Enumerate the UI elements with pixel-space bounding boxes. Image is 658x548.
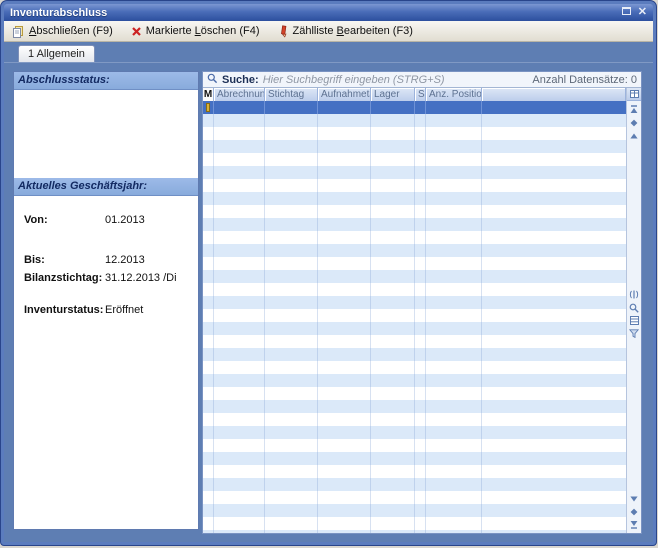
scroll-down-icon xyxy=(630,496,638,502)
toolbar: Abschließen (F9) Markierte Löschen (F4) … xyxy=(4,21,653,42)
toolbar-button-label: Markierte Löschen (F4) xyxy=(146,25,260,37)
field-label: Bis: xyxy=(24,254,105,267)
window-title: Inventurabschluss xyxy=(10,7,622,19)
inventory-grid: Suche: Hier Suchbegriff eingeben (STRG+S… xyxy=(202,71,642,534)
section-header-geschaeftsjahr: Aktuelles Geschäftsjahr: xyxy=(14,178,198,196)
search-icon xyxy=(207,73,218,87)
empty-rows xyxy=(203,114,626,533)
field-value: 01.2013 xyxy=(105,214,145,227)
status-panel: Abschlussstatus: Aktuelles Geschäftsjahr… xyxy=(13,71,199,530)
jump-bottom-button[interactable] xyxy=(627,518,641,531)
geschaeftsjahr-fields: Von: 01.2013 Bis: 12.2013 Bilanzstichtag… xyxy=(14,196,198,317)
next-record-button[interactable] xyxy=(627,505,641,518)
toolbar-button-label: Abschließen (F9) xyxy=(29,25,113,37)
column-chooser-button[interactable] xyxy=(627,88,641,101)
tab-page: Abschlussstatus: Aktuelles Geschäftsjahr… xyxy=(4,62,653,542)
titlebar: Inventurabschluss ✕ xyxy=(4,4,653,21)
app-window: Inventurabschluss ✕ Abschließen (F9) Mar… xyxy=(1,1,656,545)
field-label: Inventurstatus: xyxy=(24,304,105,317)
row-m-cell xyxy=(203,101,214,114)
column-width-button[interactable] xyxy=(627,288,641,301)
scroll-up-icon xyxy=(630,133,638,139)
field-label: Bilanzstichtag: xyxy=(24,272,105,285)
export-button[interactable] xyxy=(627,314,641,327)
close-button[interactable]: ✕ xyxy=(638,7,647,18)
column-chooser-icon xyxy=(630,90,639,98)
main-area: 1 Allgemein Abschlussstatus: Aktuelles G… xyxy=(4,42,653,542)
abschlussstatus-content xyxy=(14,90,198,178)
jump-bottom-icon xyxy=(630,520,638,529)
column-width-icon xyxy=(629,290,639,299)
markierte-loeschen-button[interactable]: Markierte Löschen (F4) xyxy=(127,24,264,38)
prev-record-icon xyxy=(630,119,638,127)
column-separators xyxy=(203,114,626,533)
search-label: Suche: xyxy=(222,74,259,86)
export-icon xyxy=(630,316,639,325)
toolbar-button-label: Zählliste Bearbeiten (F3) xyxy=(293,25,413,37)
column-header-s[interactable]: S xyxy=(415,88,426,101)
finish-document-icon xyxy=(12,25,25,38)
field-von: Von: 01.2013 xyxy=(14,214,198,227)
field-value: 12.2013 xyxy=(105,254,145,267)
field-value: Eröffnet xyxy=(105,304,143,317)
grid-search-button[interactable] xyxy=(627,301,641,314)
grid-header-row: M Abrechnungs-Nr Stichtag Aufnahmetag La… xyxy=(203,88,626,101)
column-header-filler xyxy=(482,88,626,101)
scroll-up-button[interactable] xyxy=(627,129,641,142)
restore-button[interactable] xyxy=(622,7,631,18)
field-inventurstatus: Inventurstatus: Eröffnet xyxy=(14,304,198,317)
next-record-icon xyxy=(630,508,638,516)
record-count: Anzahl Datensätze: 0 xyxy=(532,74,637,86)
field-bilanzstichtag: Bilanzstichtag: 31.12.2013 /Di xyxy=(14,272,198,285)
field-value: 31.12.2013 /Di xyxy=(105,272,177,285)
column-header-m[interactable]: M xyxy=(203,88,214,101)
grid-search-bar[interactable]: Suche: Hier Suchbegriff eingeben (STRG+S… xyxy=(203,72,641,88)
column-header-aufnahmetag[interactable]: Aufnahmetag xyxy=(318,88,371,101)
tabstrip: 1 Allgemein xyxy=(4,42,653,62)
zaehlliste-bearbeiten-button[interactable]: Zählliste Bearbeiten (F3) xyxy=(274,24,417,39)
scroll-down-button[interactable] xyxy=(627,492,641,505)
edit-pencil-icon xyxy=(278,25,289,38)
filter-button[interactable] xyxy=(627,327,641,340)
grid-side-strip xyxy=(626,88,641,533)
jump-top-button[interactable] xyxy=(627,103,641,116)
column-header-anz-positionen[interactable]: Anz. Positionen xyxy=(426,88,482,101)
prev-record-button[interactable] xyxy=(627,116,641,129)
jump-top-icon xyxy=(630,105,638,114)
filter-icon xyxy=(629,329,639,338)
search-placeholder: Hier Suchbegriff eingeben (STRG+S) xyxy=(263,74,529,86)
abschliessen-button[interactable]: Abschließen (F9) xyxy=(8,24,117,39)
restore-icon xyxy=(622,7,631,15)
field-label: Von: xyxy=(24,214,105,227)
section-header-abschlussstatus: Abschlussstatus: xyxy=(14,72,198,90)
column-header-abrechnungs-nr[interactable]: Abrechnungs-Nr xyxy=(214,88,265,101)
row-marker-icon xyxy=(206,103,210,112)
delete-x-icon xyxy=(131,26,142,37)
grid-body[interactable] xyxy=(203,101,626,533)
column-header-stichtag[interactable]: Stichtag xyxy=(265,88,318,101)
column-header-lager[interactable]: Lager xyxy=(371,88,415,101)
selected-row[interactable] xyxy=(203,101,626,114)
tab-allgemein[interactable]: 1 Allgemein xyxy=(18,45,95,63)
grid-search-icon xyxy=(629,303,639,313)
field-bis: Bis: 12.2013 xyxy=(14,254,198,267)
